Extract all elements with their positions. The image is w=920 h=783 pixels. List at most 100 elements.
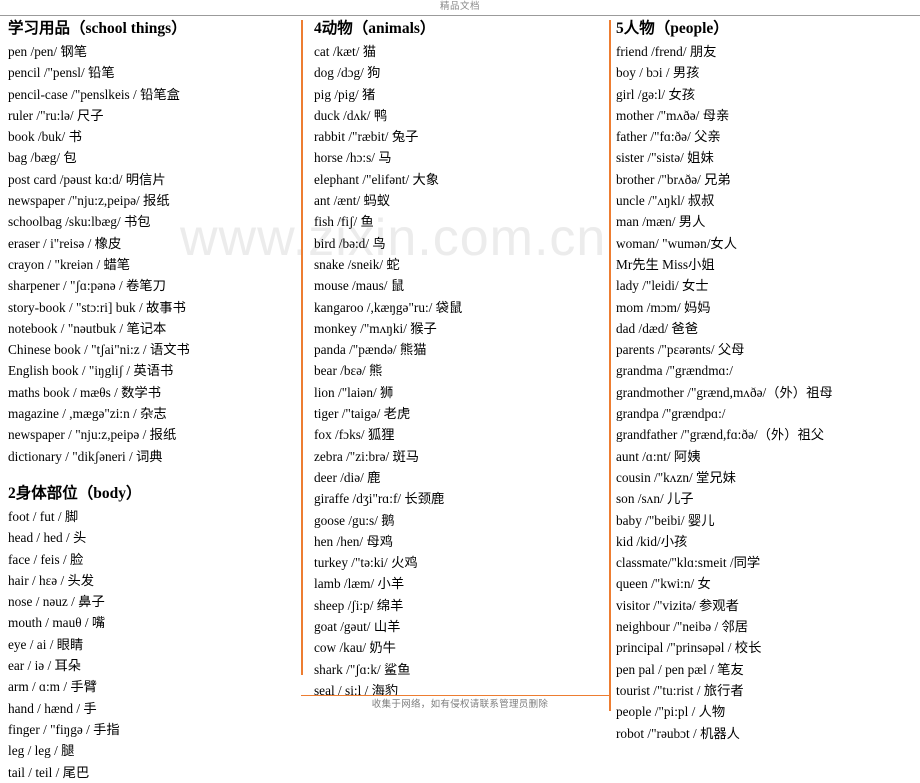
header-divider-rule (0, 15, 920, 16)
list-item: girl /gə:l/ 女孩 (616, 86, 696, 102)
column-divider-right (609, 20, 611, 711)
list-item: horse /hɔ:s/ 马 (314, 150, 392, 166)
list-item: queen /"kwi:n/ 女 (616, 576, 711, 592)
list-item: shark /"ʃɑ:k/ 鲨鱼 (314, 661, 411, 677)
list-item: newspaper /"nju:z,peipə/ 报纸 (8, 193, 170, 209)
list-item: ear / iə / 耳朵 (8, 658, 82, 674)
list-item: dog /dɔg/ 狗 (314, 65, 381, 81)
list-item: maths book / mæθs / 数学书 (8, 384, 162, 400)
list-item: goat /gəut/ 山羊 (314, 619, 401, 635)
list-item: father /"fɑ:ðə/ 父亲 (616, 129, 721, 145)
word-list-school-things: pen /pen/ 钢笔 pencil /"pensl/ 铅笔 pencil-c… (8, 41, 296, 467)
list-item: Mr先生 Miss小姐 (616, 256, 715, 272)
list-item: crayon / "kreiən / 蜡笔 (8, 256, 131, 272)
list-item: sharpener / "ʃɑ:pənə / 卷笔刀 (8, 278, 166, 294)
list-item: face / feis / 脸 (8, 551, 84, 567)
list-item: ant /ænt/ 蚂蚁 (314, 193, 391, 209)
list-item: bird /bə:d/ 鸟 (314, 235, 386, 251)
list-item: neighbour /"neibə / 邻居 (616, 619, 749, 635)
list-item: mouse /maus/ 鼠 (314, 278, 405, 294)
section-animals: 4动物（animals） cat /kæt/ 猫 dog /dɔg/ 狗 pig… (314, 18, 604, 701)
list-item: woman/ "wumən/女人 (616, 235, 738, 251)
list-item: grandmother /"grænd,mʌðə/（外）祖母 (616, 384, 833, 400)
list-item: cousin /"kʌzn/ 堂兄妹 (616, 469, 736, 485)
list-item: cow /kau/ 奶牛 (314, 640, 396, 656)
list-item: classmate/"klɑ:smeit /同学 (616, 555, 761, 571)
section-title-school-things: 学习用品（school things） (8, 20, 187, 37)
list-item: bear /bɛə/ 熊 (314, 363, 383, 379)
list-item: tail / teil / 尾巴 (8, 764, 90, 780)
list-item: mother /"mʌðə/ 母亲 (616, 107, 730, 123)
list-item: eye / ai / 眼睛 (8, 636, 84, 652)
list-item: dad /dæd/ 爸爸 (616, 320, 698, 336)
list-item: giraffe /dʒi"rɑ:f/ 长颈鹿 (314, 491, 445, 507)
list-item: fox /fɔks/ 狐狸 (314, 427, 395, 443)
list-item: snake /sneik/ 蛇 (314, 256, 400, 272)
section-body-parts: 2身体部位（body） foot / fut / 脚 head / hed / … (8, 483, 296, 783)
list-item: aunt /ɑ:nt/ 阿姨 (616, 448, 701, 464)
list-item: finger / "fiŋgə / 手指 (8, 721, 120, 737)
list-item: turkey /"tə:ki/ 火鸡 (314, 555, 418, 571)
list-item: foot / fut / 脚 (8, 508, 79, 524)
list-item: elephant /"elifənt/ 大象 (314, 171, 440, 187)
list-item: pen /pen/ 钢笔 (8, 44, 88, 59)
page-footer: 收集于网络，如有侵权请联系管理员删除 (0, 694, 920, 712)
list-item: magazine / ,mægə"zi:n / 杂志 (8, 406, 167, 422)
list-item: lady /"leidi/ 女士 (616, 278, 709, 294)
list-item: kangaroo /,kæŋgə"ru:/ 袋鼠 (314, 299, 463, 315)
section-school-things: 学习用品（school things） pen /pen/ 钢笔 pencil … (8, 18, 296, 467)
list-item: hair / hɛə / 头发 (8, 572, 95, 588)
list-item: post card /pəust kɑ:d/ 明信片 (8, 171, 166, 187)
list-item: sheep /ʃi:p/ 绵羊 (314, 597, 404, 613)
list-item: pig /pig/ 猪 (314, 86, 376, 102)
list-item: hen /hen/ 母鸡 (314, 533, 394, 549)
list-item: leg / leg / 腿 (8, 743, 75, 759)
list-item: eraser / i"reisə / 橡皮 (8, 235, 122, 251)
list-item: fish /fiʃ/ 鱼 (314, 214, 374, 230)
header-title: 精品文档 (439, 2, 480, 12)
list-item: monkey /"mʌŋki/ 猴子 (314, 320, 437, 336)
list-item: English book / "iŋgliʃ / 英语书 (8, 363, 174, 379)
list-item: lion /"laiən/ 狮 (314, 384, 394, 400)
list-item: book /buk/ 书 (8, 129, 82, 145)
list-item: mom /mɔm/ 妈妈 (616, 299, 711, 315)
list-item: zebra /"zi:brə/ 斑马 (314, 448, 420, 464)
list-item: kid /kid/小孩 (616, 533, 688, 549)
list-item: newspaper / "nju:z,peipə / 报纸 (8, 427, 177, 443)
list-item: baby /"beibi/ 婴儿 (616, 512, 715, 528)
list-item: man /mæn/ 男人 (616, 214, 706, 230)
list-item: pencil-case /"penslkeis / 铅笔盒 (8, 86, 180, 102)
list-item: panda /"pændə/ 熊猫 (314, 342, 427, 358)
word-list-body-parts: foot / fut / 脚 head / hed / 头 face / fei… (8, 506, 296, 783)
list-item: schoolbag /sku:lbæg/ 书包 (8, 214, 151, 230)
list-item: ruler /"ru:lə/ 尺子 (8, 107, 104, 123)
column-middle: 4动物（animals） cat /kæt/ 猫 dog /dɔg/ 狗 pig… (314, 18, 604, 701)
list-item: sister /"sistə/ 姐妹 (616, 150, 714, 166)
list-item: boy / bɔi / 男孩 (616, 65, 700, 81)
column-right: 5人物（people） friend /frend/ 朋友 boy / bɔi … (616, 18, 916, 744)
list-item: robot /"rəubɔt / 机器人 (616, 725, 740, 741)
section-title-body-parts: 2身体部位（body） (8, 484, 142, 502)
word-list-people: friend /frend/ 朋友 boy / bɔi / 男孩 girl /g… (616, 41, 916, 744)
list-item: parents /"pɛərənts/ 父母 (616, 342, 745, 358)
list-item: deer /diə/ 鹿 (314, 469, 381, 485)
list-item: cat /kæt/ 猫 (314, 44, 377, 59)
page-header: 精品文档 (0, 0, 920, 20)
list-item: principal /"prinsəpəl / 校长 (616, 640, 762, 656)
footer-notice: 收集于网络，如有侵权请联系管理员删除 (371, 699, 549, 710)
list-item: grandfather /"grænd,fɑ:ðə/（外）祖父 (616, 427, 825, 443)
list-item: friend /frend/ 朋友 (616, 44, 717, 59)
column-divider-left (301, 20, 303, 675)
list-item: visitor /"vizitə/ 参观者 (616, 597, 739, 613)
list-item: grandma /"grændmɑ:/ (616, 363, 733, 379)
list-item: tiger /"taigə/ 老虎 (314, 406, 411, 422)
list-item: brother /"brʌðə/ 兄弟 (616, 171, 731, 187)
list-item: head / hed / 头 (8, 530, 87, 546)
section-title-animals: 4动物（animals） (314, 20, 436, 37)
list-item: Chinese book / "tʃai"ni:z / 语文书 (8, 342, 190, 358)
list-item: pencil /"pensl/ 铅笔 (8, 65, 115, 81)
list-item: uncle /"ʌŋkl/ 叔叔 (616, 193, 715, 209)
list-item: story-book / "stɔ:ri] buk / 故事书 (8, 299, 186, 315)
list-item: rabbit /"ræbit/ 兔子 (314, 129, 419, 145)
